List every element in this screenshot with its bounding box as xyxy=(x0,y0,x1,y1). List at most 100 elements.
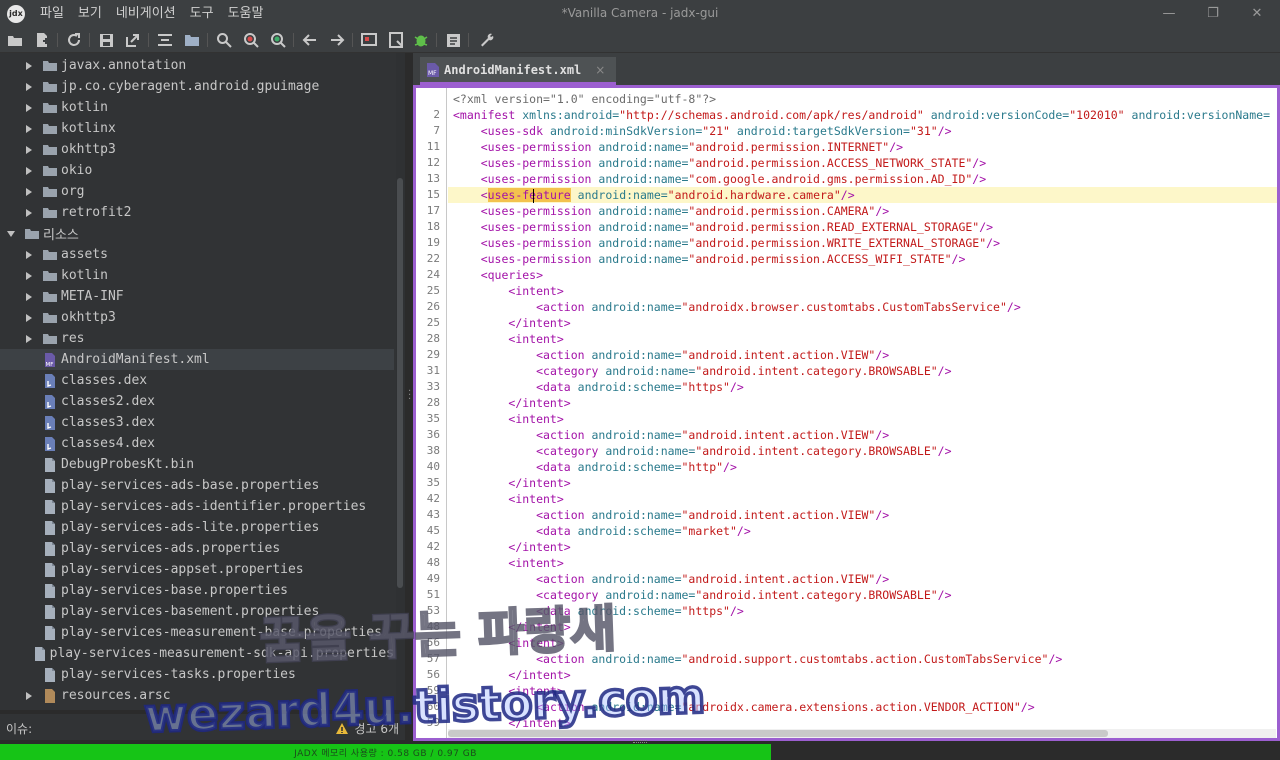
editor-scrollbar-thumb[interactable] xyxy=(448,730,1108,737)
code-line[interactable]: <uses-permission android:name="com.googl… xyxy=(453,171,986,187)
tree-item[interactable]: okhttp3 xyxy=(0,139,394,160)
preferences-icon[interactable] xyxy=(477,30,497,50)
flatten-packages-icon[interactable] xyxy=(182,30,202,50)
maximize-button[interactable]: ❐ xyxy=(1190,0,1236,27)
code-line[interactable]: <intent> xyxy=(453,635,563,651)
close-button[interactable]: ✕ xyxy=(1234,0,1280,27)
code-line[interactable]: </intent> xyxy=(453,475,570,491)
code-line[interactable]: </intent> xyxy=(453,539,570,555)
code-line[interactable]: <intent> xyxy=(453,411,563,427)
expand-arrow-icon[interactable] xyxy=(24,271,34,281)
find-class-icon[interactable] xyxy=(241,30,261,50)
code-line[interactable]: <category android:name="android.intent.c… xyxy=(453,363,951,379)
tree-item[interactable]: classes4.dex xyxy=(0,433,394,454)
code-line[interactable]: <action android:name="androidx.camera.ex… xyxy=(453,699,1035,715)
tree-item[interactable]: resources.arsc xyxy=(0,685,394,706)
menu-help[interactable]: 도움말 xyxy=(221,0,271,27)
code-line[interactable]: </intent> xyxy=(453,619,570,635)
expand-arrow-icon[interactable] xyxy=(24,691,34,701)
expand-arrow-icon[interactable] xyxy=(24,292,34,302)
code-line[interactable]: <uses-permission android:name="android.p… xyxy=(453,203,890,219)
tree-item[interactable]: jp.co.cyberagent.android.gpuimage xyxy=(0,76,394,97)
code-line[interactable]: <uses-permission android:name="android.p… xyxy=(453,139,903,155)
code-line[interactable]: <intent> xyxy=(453,283,563,299)
open-folder-icon[interactable] xyxy=(5,30,25,50)
minimize-button[interactable]: — xyxy=(1146,0,1192,27)
tree-item[interactable]: retrofit2 xyxy=(0,202,394,223)
code-editor[interactable]: 2 7 11 12 13 15 17 18 19 22 24 25 26 25 28 29 31 33 28 35 36… xyxy=(413,85,1280,741)
code-line[interactable]: <intent> xyxy=(453,491,563,507)
menu-navigation[interactable]: 네비게이션 xyxy=(109,0,183,27)
code-line[interactable]: <category android:name="android.intent.c… xyxy=(453,443,951,459)
warnings-indicator[interactable]: 경고 6개 xyxy=(335,720,399,737)
decompile-all-icon[interactable] xyxy=(359,30,379,50)
code-line[interactable]: <data android:scheme="https"/> xyxy=(453,379,744,395)
tree-item[interactable]: 리소스 xyxy=(0,223,394,244)
expand-arrow-icon[interactable] xyxy=(24,313,34,323)
code-line[interactable]: <uses-sdk android:minSdkVersion="21" and… xyxy=(453,123,952,139)
code-line[interactable]: <uses-feature android:name="android.hard… xyxy=(453,187,855,203)
code-line[interactable]: <action android:name="android.intent.act… xyxy=(453,571,889,587)
code-line[interactable]: <data android:scheme="market"/> xyxy=(453,523,751,539)
tree-item[interactable]: play-services-ads-lite.properties xyxy=(0,517,394,538)
save-icon[interactable] xyxy=(96,30,116,50)
tree-scrollbar-thumb[interactable] xyxy=(397,178,403,588)
search-icon[interactable] xyxy=(214,30,234,50)
resize-grip-icon[interactable] xyxy=(633,740,647,743)
tree-item[interactable]: play-services-appset.properties xyxy=(0,559,394,580)
menu-file[interactable]: 파일 xyxy=(33,0,71,27)
code-line[interactable]: <action android:name="android.intent.act… xyxy=(453,347,889,363)
tree-item[interactable]: play-services-measurement-sdk-api.proper… xyxy=(0,643,394,664)
forward-icon[interactable] xyxy=(327,30,347,50)
tree-item[interactable]: META-INF xyxy=(0,286,394,307)
code-line[interactable]: <data android:scheme="http"/> xyxy=(453,459,737,475)
tree-item[interactable]: okio xyxy=(0,160,394,181)
tree-item[interactable]: classes3.dex xyxy=(0,412,394,433)
code-line[interactable]: <action android:name="android.intent.act… xyxy=(453,427,889,443)
tree-item[interactable]: play-services-base.properties xyxy=(0,580,394,601)
expand-arrow-icon[interactable] xyxy=(24,250,34,260)
expand-arrow-icon[interactable] xyxy=(24,166,34,176)
tree-item[interactable]: classes.dex xyxy=(0,370,394,391)
tree-item[interactable]: play-services-ads.properties xyxy=(0,538,394,559)
expand-arrow-icon[interactable] xyxy=(24,145,34,155)
collapse-arrow-icon[interactable] xyxy=(6,229,16,239)
tree-item[interactable]: kotlinx xyxy=(0,118,394,139)
tree-item[interactable]: classes2.dex xyxy=(0,391,394,412)
tree-item[interactable]: kotlin xyxy=(0,97,394,118)
code-line[interactable]: <category android:name="android.intent.c… xyxy=(453,587,951,603)
code-line[interactable]: <action android:name="android.intent.act… xyxy=(453,507,889,523)
code-line[interactable]: <data android:scheme="https"/> xyxy=(453,603,744,619)
tree-item[interactable]: MF AndroidManifest.xml xyxy=(0,349,394,370)
code-line[interactable]: </intent> xyxy=(453,667,570,683)
tree-item[interactable]: assets xyxy=(0,244,394,265)
code-line[interactable]: <uses-permission android:name="android.p… xyxy=(453,155,986,171)
reload-icon[interactable] xyxy=(64,30,84,50)
code-line[interactable]: <uses-permission android:name="android.p… xyxy=(453,235,1000,251)
tree-item[interactable]: res xyxy=(0,328,394,349)
code-line[interactable]: <intent> xyxy=(453,683,563,699)
code-line[interactable]: </intent> xyxy=(453,315,570,331)
sync-tree-icon[interactable] xyxy=(155,30,175,50)
tab-close-icon[interactable]: × xyxy=(595,63,605,77)
menu-view[interactable]: 보기 xyxy=(71,0,109,27)
tree-item[interactable]: play-services-basement.properties xyxy=(0,601,394,622)
tree-item[interactable]: kotlin xyxy=(0,265,394,286)
export-icon[interactable] xyxy=(122,30,142,50)
expand-arrow-icon[interactable] xyxy=(24,61,34,71)
tree-item[interactable]: play-services-ads-base.properties xyxy=(0,475,394,496)
tree-item[interactable]: play-services-ads-identifier.properties xyxy=(0,496,394,517)
expand-arrow-icon[interactable] xyxy=(24,334,34,344)
find-usage-icon[interactable] xyxy=(268,30,288,50)
tree-item[interactable]: javax.annotation xyxy=(0,55,394,76)
expand-arrow-icon[interactable] xyxy=(24,103,34,113)
add-files-icon[interactable] xyxy=(32,30,52,50)
tree-item[interactable]: DebugProbesKt.bin xyxy=(0,454,394,475)
code-line[interactable]: <uses-permission android:name="android.p… xyxy=(453,251,966,267)
log-viewer-icon[interactable] xyxy=(443,30,463,50)
code-line[interactable]: <action android:name="androidx.browser.c… xyxy=(453,299,1021,315)
code-line[interactable]: <intent> xyxy=(453,555,563,571)
code-line[interactable]: <?xml version="1.0" encoding="utf-8"?> xyxy=(453,91,716,107)
code-line[interactable]: <action android:name="android.support.cu… xyxy=(453,651,1062,667)
code-line[interactable]: <manifest xmlns:android="http://schemas.… xyxy=(453,107,1270,123)
